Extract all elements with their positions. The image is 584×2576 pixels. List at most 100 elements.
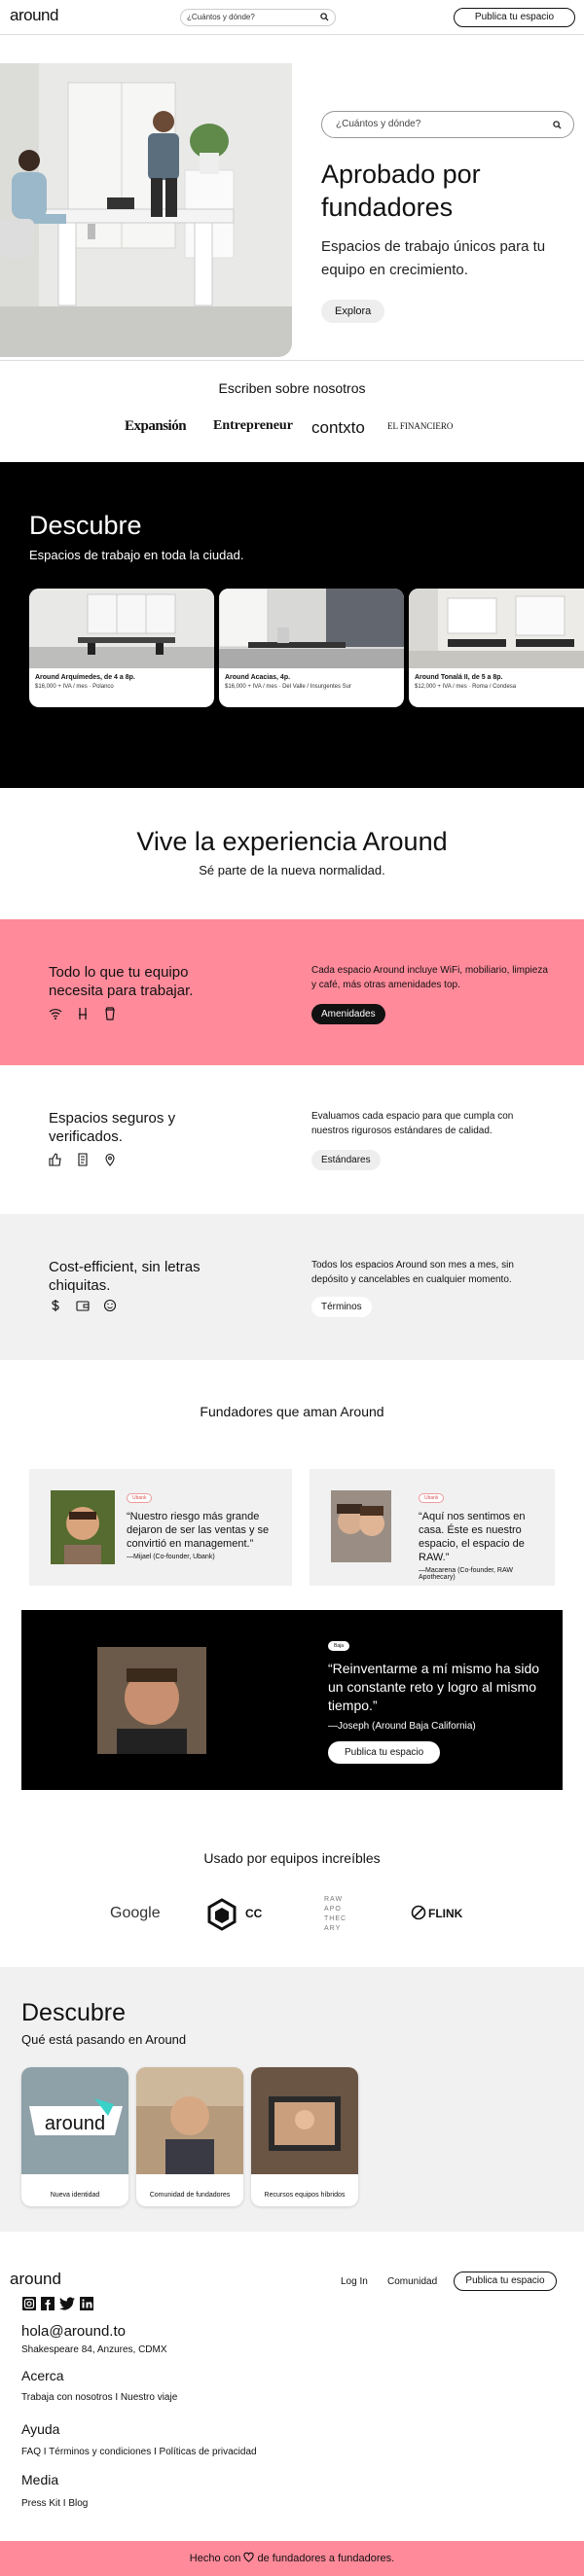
blog-card[interactable]: around Nueva identidad [21, 2067, 128, 2206]
feature-title: Todo lo que tu equipo necesita para trab… [49, 964, 194, 999]
wifi-icon [49, 1009, 62, 1020]
footer-community-link[interactable]: Comunidad [387, 2276, 437, 2287]
blog-image [136, 2067, 243, 2174]
heart-icon [243, 2552, 255, 2562]
discover-subtitle: Espacios de trabajo en toda la ciudad. [29, 548, 244, 562]
instagram-icon[interactable] [21, 2296, 37, 2311]
footer-section-title: Acerca [21, 2368, 64, 2383]
hero-search-input[interactable]: ¿Cuántos y dónde? [321, 111, 574, 138]
search-icon [320, 13, 329, 21]
space-photo [29, 589, 214, 668]
feature-band-terms: Cost-efficient, sin letras chiquitas. To… [0, 1214, 584, 1360]
search-placeholder: ¿Cuántos y dónde? [187, 13, 255, 21]
terms-button[interactable]: Términos [311, 1297, 372, 1317]
footer-section-links[interactable]: Press Kit I Blog [21, 2498, 88, 2509]
publish-space-button[interactable]: Publica tu espacio [328, 1741, 441, 1764]
press-section: Escriben sobre nosotros Expansión Entrep… [0, 360, 584, 462]
around-logo[interactable]: around [10, 6, 58, 25]
discover-section: Descubre Espacios de trabajo en toda la … [0, 462, 584, 788]
blog-image: around [21, 2067, 128, 2174]
footer-publish-button[interactable]: Publica tu espacio [454, 2272, 557, 2291]
footer-section-title: Media [21, 2472, 59, 2487]
blog-card[interactable]: Comunidad de fundadores [136, 2067, 243, 2206]
footer-address: Shakespeare 84, Anzures, CDMX [21, 2344, 167, 2355]
hero-section: ¿Cuántos y dónde? Aprobado por fundadore… [0, 63, 584, 357]
feature-band-amenities: Todo lo que tu equipo necesita para trab… [0, 919, 584, 1065]
hero-photo [0, 63, 292, 357]
flink-logo-icon [411, 1905, 426, 1920]
testimonial-card: Ubank “Aquí nos sentimos en casa. Éste e… [310, 1469, 555, 1586]
bottom-banner-text-pre: Hecho con [189, 2553, 241, 2564]
blog-card-label: Nueva identidad [50, 2192, 100, 2199]
space-card-subtitle: $12,000 + IVA / mes · Roma / Condesa [415, 684, 517, 690]
experience-section: Vive la experiencia Around Sé parte de l… [0, 827, 584, 877]
testimonial-author: —Mijael (Co-founder, Ubank) [127, 1554, 215, 1560]
company-tag: Baja [328, 1641, 350, 1651]
raw-logo: RAW APO THEC ARY [324, 1896, 347, 1932]
feature-title: Cost-efficient, sin letras chiquitas. [49, 1259, 201, 1294]
founders-title: Fundadores que aman Around [200, 1404, 384, 1419]
twitter-icon[interactable] [58, 2296, 76, 2311]
bottom-banner-text-post: de fundadores a fundadores. [257, 2553, 395, 2564]
linkedin-icon[interactable] [79, 2296, 94, 2311]
footer-logo[interactable]: around [10, 2270, 61, 2289]
chair-icon [79, 1008, 87, 1020]
experience-subtitle: Sé parte de la nueva normalidad. [199, 863, 385, 877]
footer: around Log In Comunidad Publica tu espac… [0, 2252, 584, 2520]
footer-login-link[interactable]: Log In [341, 2276, 368, 2287]
flink-logo-text: FLINK [428, 1907, 463, 1920]
featured-testimonial: Baja “Reinventarme a mí mismo ha sido un… [21, 1610, 563, 1790]
explore-button[interactable]: Explora [321, 300, 385, 323]
space-card-subtitle: $16,000 + IVA / mes · Del Valle / Insurg… [225, 684, 352, 690]
space-card[interactable]: Around Tonalá II, de 5 a 8p. $12,000 + IV… [409, 589, 584, 707]
testimonial-quote: “Nuestro riesgo más grande dejaron de se… [127, 1511, 270, 1550]
top-nav: around ¿Cuántos y dónde? Publica tu espa… [0, 0, 584, 35]
standards-button[interactable]: Estándares [311, 1150, 381, 1170]
space-card[interactable]: Around Arquímedes, de 4 a 8p. $16,000 + I… [29, 589, 214, 707]
space-photo [409, 589, 584, 668]
founder-photo [51, 1490, 115, 1564]
amenities-button[interactable]: Amenidades [311, 1004, 385, 1024]
feature-text: Todos los espacios Around son mes a mes,… [311, 1260, 514, 1285]
footer-section-links[interactable]: FAQ I Términos y condiciones I Políticas… [21, 2447, 257, 2457]
experience-title: Vive la experiencia Around [136, 827, 448, 856]
discover-title: Descubre [29, 511, 142, 540]
cup-icon [105, 1007, 115, 1020]
blog-card[interactable]: Recursos equipos híbridos [251, 2067, 358, 2206]
google-logo: Google [110, 1905, 161, 1921]
blog-image [251, 2067, 358, 2174]
testimonial-card: Ubank “Nuestro riesgo más grande dejaron… [29, 1469, 292, 1586]
bottom-banner: Hecho con de fundadores a fundadores. [0, 2541, 584, 2576]
founder-photo [331, 1490, 391, 1562]
feature-text: Cada espacio Around incluye WiFi, mobili… [311, 965, 548, 990]
publish-space-button[interactable]: Publica tu espacio [454, 8, 575, 27]
cc-logo-icon [207, 1898, 237, 1931]
teams-title: Usado por equipos increíbles [203, 1850, 381, 1866]
footer-email[interactable]: hola@around.to [21, 2323, 126, 2340]
feature-title: Espacios seguros y verificados. [49, 1110, 176, 1145]
blog-section: Descubre Qué está pasando en Around arou… [0, 1967, 584, 2232]
space-photo [219, 589, 404, 668]
smile-icon [103, 1299, 117, 1312]
header-search-input[interactable]: ¿Cuántos y dónde? [180, 9, 336, 26]
search-icon [553, 121, 562, 129]
wallet-icon [76, 1301, 90, 1311]
cc-logo-text: CC [245, 1907, 263, 1920]
press-title: Escriben sobre nosotros [218, 380, 366, 396]
featured-quote: “Reinventarme a mí mismo ha sido un cons… [328, 1661, 540, 1713]
testimonial-author: —Macarena (Co-founder, RAW Apothecary) [419, 1567, 513, 1581]
space-card[interactable]: Around Acacias, 4p. $16,000 + IVA / mes ·… [219, 589, 404, 707]
hero-subtitle: Espacios de trabajo únicos para tu equip… [321, 238, 546, 278]
blog-card-logo: around [45, 2113, 105, 2134]
testimonial-quote: “Aquí nos sentimos en casa. Éste es nues… [419, 1511, 526, 1563]
document-icon [78, 1153, 88, 1166]
facebook-icon[interactable] [40, 2296, 55, 2311]
space-card-subtitle: $16,000 + IVA / mes · Polanco [35, 684, 114, 690]
feature-text: Evaluamos cada espacio para que cumpla c… [311, 1111, 514, 1136]
company-tag: Ubank [127, 1493, 153, 1503]
thumbs-up-icon [49, 1153, 61, 1166]
footer-section-links[interactable]: Trabaja con nosotros I Nuestro viaje [21, 2392, 177, 2403]
space-card-title: Around Tonalá II, de 5 a 8p. [415, 674, 503, 681]
blog-card-label: Comunidad de fundadores [149, 2192, 231, 2199]
hero-title: Aprobado por fundadores [321, 160, 481, 222]
